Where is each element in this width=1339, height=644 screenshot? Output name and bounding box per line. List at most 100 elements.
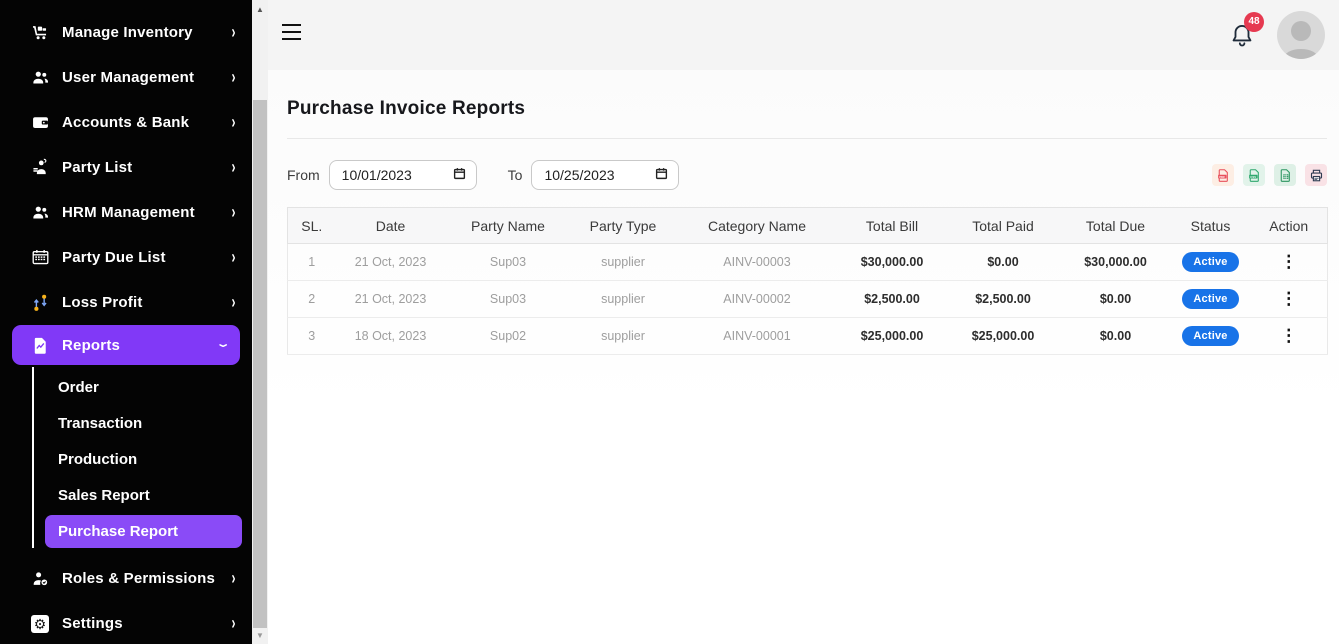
excel-export-button[interactable] (1274, 164, 1296, 186)
column-header-party-name: Party Name (446, 208, 571, 244)
pdf-export-button[interactable]: PDF (1212, 164, 1234, 186)
cell-sl: 2 (288, 281, 336, 318)
submenu-item-purchase-report[interactable]: Purchase Report (45, 515, 242, 548)
notification-count-badge: 48 (1244, 12, 1264, 32)
chevron-right-icon: › (232, 202, 236, 222)
cell-category-name: AINV-00001 (676, 318, 839, 355)
row-actions-kebab-icon[interactable]: ⋮ (1280, 328, 1297, 343)
chevron-right-icon: › (232, 568, 236, 588)
cell-total-paid: $25,000.00 (946, 318, 1061, 355)
column-header-party-type: Party Type (571, 208, 676, 244)
cell-total-bill: $25,000.00 (839, 318, 946, 355)
status-badge: Active (1182, 326, 1238, 346)
csv-export-button[interactable]: CSV (1243, 164, 1265, 186)
submenu-item-order[interactable]: Order (0, 369, 252, 405)
sidebar-item-party-list[interactable]: Party List› (0, 145, 252, 190)
chevron-right-icon: › (232, 22, 236, 42)
cell-party-type: supplier (571, 244, 676, 281)
calendar-icon[interactable] (453, 167, 466, 183)
sidebar-item-label: Manage Inventory (62, 24, 231, 41)
calendar-icon[interactable] (655, 167, 668, 183)
wallet-icon (30, 113, 50, 133)
column-header-status: Status (1171, 208, 1251, 244)
chevron-right-icon: › (232, 157, 236, 177)
chevron-right-icon: › (232, 67, 236, 87)
to-label: To (508, 167, 523, 183)
sidebar-item-hrm-management[interactable]: HRM Management› (0, 190, 252, 235)
sidebar-item-manage-inventory[interactable]: Manage Inventory› (0, 10, 252, 55)
divider (287, 138, 1327, 139)
print-button[interactable] (1305, 164, 1327, 186)
row-actions-kebab-icon[interactable]: ⋮ (1280, 291, 1297, 306)
csv-file-icon: CSV (1247, 168, 1262, 183)
submenu-item-sales-report[interactable]: Sales Report (0, 477, 252, 513)
column-header-sl: SL. (288, 208, 336, 244)
cell-party-type: supplier (571, 281, 676, 318)
header-actions: 48 (1229, 11, 1325, 59)
submenu-guide-line (32, 367, 34, 548)
cell-sl: 3 (288, 318, 336, 355)
bell-icon (1229, 35, 1255, 52)
cell-action: ⋮ (1251, 244, 1328, 281)
table-row: 121 Oct, 2023Sup03supplierAINV-00003$30,… (288, 244, 1328, 281)
cell-total-due: $30,000.00 (1061, 244, 1171, 281)
sidebar-item-reports[interactable]: Reports› (12, 325, 240, 365)
report-file-icon (30, 335, 50, 355)
sidebar-nav: Manage Inventory›User Management›Account… (0, 10, 252, 644)
calendar-grid-icon (30, 248, 50, 268)
avatar[interactable] (1277, 11, 1325, 59)
sidebar-item-label: Loss Profit (62, 294, 231, 311)
scrollbar-thumb[interactable] (253, 100, 267, 628)
chevron-right-icon: › (232, 613, 236, 633)
gear-icon: ⚙ (30, 614, 50, 634)
reports-submenu: OrderTransactionProductionSales ReportPu… (0, 365, 252, 556)
sidebar-item-accounts-bank[interactable]: Accounts & Bank› (0, 100, 252, 145)
cell-category-name: AINV-00002 (676, 281, 839, 318)
cell-party-name: Sup03 (446, 244, 571, 281)
chevron-down-icon: › (213, 343, 233, 347)
users-icon (30, 203, 50, 223)
sidebar-item-label: Party Due List (62, 249, 231, 266)
cell-category-name: AINV-00003 (676, 244, 839, 281)
row-actions-kebab-icon[interactable]: ⋮ (1280, 254, 1297, 269)
sidebar-item-loss-profit[interactable]: Loss Profit› (0, 280, 252, 325)
sidebar-scrollbar[interactable]: ▲ ▼ (252, 0, 268, 644)
chevron-right-icon: › (232, 112, 236, 132)
sidebar: Manage Inventory›User Management›Account… (0, 0, 252, 644)
scroll-down-arrow-icon[interactable]: ▼ (252, 628, 268, 642)
cell-total-paid: $0.00 (946, 244, 1061, 281)
notifications-button[interactable]: 48 (1229, 22, 1255, 53)
submenu-item-transaction[interactable]: Transaction (0, 405, 252, 441)
inventory-icon (30, 23, 50, 43)
sidebar-item-party-due-list[interactable]: Party Due List› (0, 235, 252, 280)
table-row: 318 Oct, 2023Sup02supplierAINV-00001$25,… (288, 318, 1328, 355)
purchase-report-table: SL.DateParty NameParty TypeCategory Name… (287, 207, 1328, 355)
sidebar-item-roles-permissions[interactable]: Roles & Permissions› (0, 556, 252, 601)
sidebar-item-label: Accounts & Bank (62, 114, 231, 131)
cell-status: Active (1171, 244, 1251, 281)
to-date-input[interactable]: 10/25/2023 (531, 160, 679, 190)
users-icon (30, 68, 50, 88)
cell-total-paid: $2,500.00 (946, 281, 1061, 318)
sidebar-item-label: User Management (62, 69, 231, 86)
cell-party-type: supplier (571, 318, 676, 355)
hamburger-menu-icon[interactable] (278, 15, 312, 49)
table-row: 221 Oct, 2023Sup03supplierAINV-00002$2,5… (288, 281, 1328, 318)
submenu-item-production[interactable]: Production (0, 441, 252, 477)
scroll-up-arrow-icon[interactable]: ▲ (252, 2, 268, 16)
column-header-total-paid: Total Paid (946, 208, 1061, 244)
party-icon (30, 158, 50, 178)
page-title: Purchase Invoice Reports (287, 98, 1327, 120)
cell-party-name: Sup03 (446, 281, 571, 318)
loss-profit-icon (30, 293, 50, 313)
from-date-input[interactable]: 10/01/2023 (329, 160, 477, 190)
cell-date: 18 Oct, 2023 (336, 318, 446, 355)
sidebar-item-settings[interactable]: ⚙ Settings› (0, 601, 252, 644)
cell-party-name: Sup02 (446, 318, 571, 355)
sidebar-item-user-management[interactable]: User Management› (0, 55, 252, 100)
cell-total-due: $0.00 (1061, 281, 1171, 318)
sidebar-item-label: Settings (62, 615, 231, 632)
cell-total-bill: $2,500.00 (839, 281, 946, 318)
from-label: From (287, 167, 320, 183)
status-badge: Active (1182, 289, 1238, 309)
